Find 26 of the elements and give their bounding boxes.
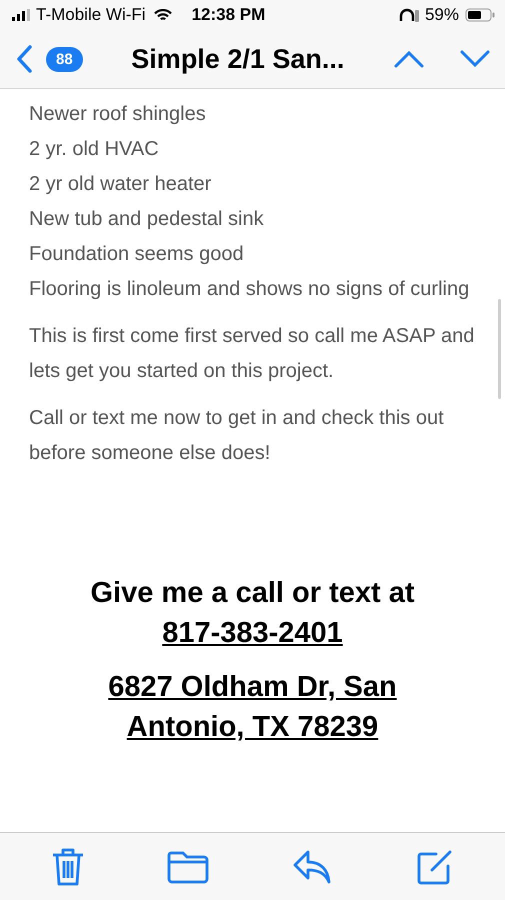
body-line: New tub and pedestal sink bbox=[29, 207, 265, 232]
compose-button[interactable] bbox=[416, 848, 454, 886]
previous-message-button[interactable] bbox=[393, 49, 425, 69]
body-paragraph: Call or text me now to get in and check this out before someone else does! bbox=[29, 406, 445, 466]
email-subject: Simple 2/1 San... bbox=[130, 44, 346, 74]
body-line: 2 yr. old HVAC bbox=[29, 137, 160, 162]
headphones-icon bbox=[398, 8, 421, 22]
folder-button[interactable] bbox=[167, 850, 210, 884]
body-line: 2 yr old water heater bbox=[29, 172, 212, 197]
wifi-icon bbox=[154, 8, 172, 22]
phone-link[interactable]: 817-383-2401 bbox=[162, 613, 343, 653]
signal-icon bbox=[12, 9, 30, 21]
unread-count-badge: 88 bbox=[46, 46, 83, 72]
back-button[interactable] bbox=[14, 44, 34, 74]
address-link[interactable]: 6827 Oldham Dr, San Antonio, TX 78239 bbox=[72, 667, 432, 747]
battery-icon bbox=[465, 8, 495, 22]
clock-time: 12:38 PM bbox=[192, 5, 266, 25]
contact-heading: Give me a call or text at bbox=[90, 576, 414, 611]
next-message-button[interactable] bbox=[459, 49, 491, 69]
battery-percentage: 59% bbox=[424, 5, 459, 25]
carrier-name: T-Mobile Wi-Fi bbox=[36, 5, 146, 25]
body-paragraph: This is first come first served so call me ASAP and lets get you started on this project. bbox=[29, 324, 476, 384]
trash-button[interactable] bbox=[51, 846, 86, 886]
body-line: Flooring is linoleum and shows no signs of curling bbox=[29, 277, 470, 302]
body-line: Foundation seems good bbox=[29, 242, 245, 267]
body-line: Newer roof shingles bbox=[29, 102, 207, 127]
